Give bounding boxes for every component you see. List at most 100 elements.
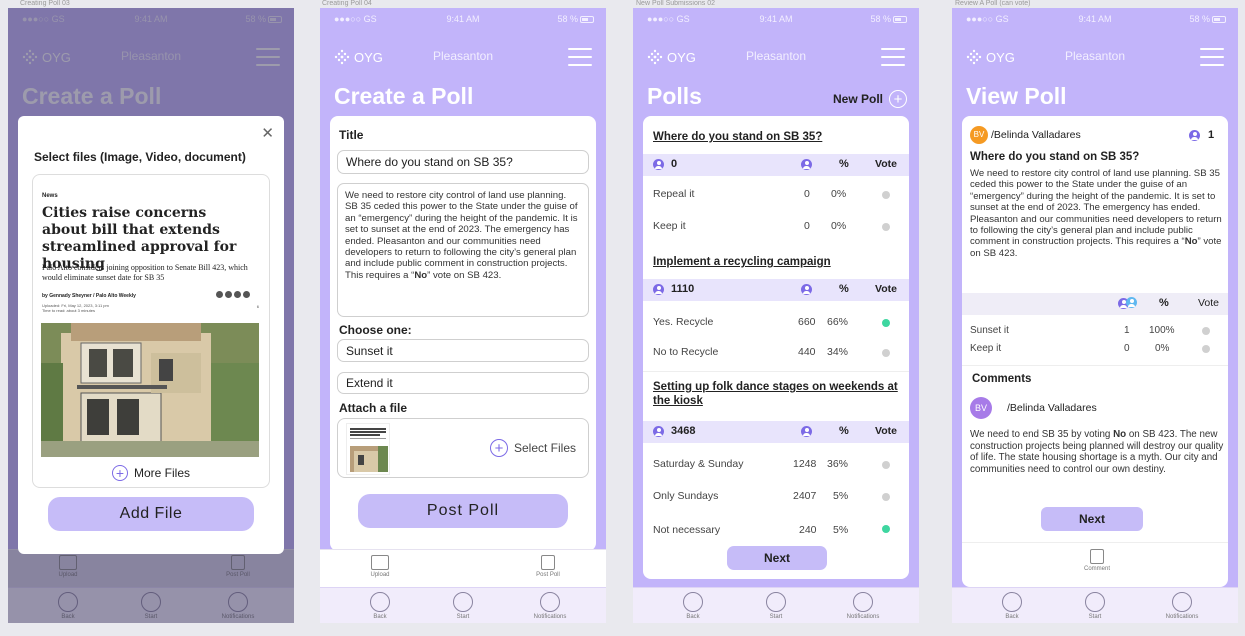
share-icon[interactable] <box>243 291 250 298</box>
app-header: OYG Pleasanton <box>320 44 606 74</box>
nav-notifications[interactable]: Notifications <box>833 592 893 620</box>
radio-dot-icon[interactable] <box>882 461 890 469</box>
comment-body: We need to end SB 35 by voting No on SB … <box>970 429 1224 475</box>
bottom-nav: Back Start Notifications <box>952 587 1238 623</box>
select-files-button[interactable]: + Select Files <box>489 439 576 457</box>
page-title: View Poll <box>966 83 1067 109</box>
col-vote: Vote <box>875 283 897 295</box>
results-header-row: % Vote <box>962 293 1228 315</box>
nav-start[interactable]: Start <box>746 592 806 620</box>
share-icon[interactable] <box>216 291 223 298</box>
bottom-nav: Back Start Notifications <box>633 587 919 623</box>
description-textarea[interactable]: We need to restore city control of land … <box>337 183 589 317</box>
post-poll-tab[interactable]: Post Poll <box>523 555 573 578</box>
poll-total: 0 <box>671 158 678 170</box>
frame-caption: New Poll Submissions 02 <box>636 0 715 7</box>
poll-question[interactable]: Setting up folk dance stages on weekends… <box>653 380 908 408</box>
more-files-button[interactable]: + More Files <box>33 465 269 481</box>
poll-header-row: 3468 % Vote <box>643 421 909 443</box>
nav-back[interactable]: Back <box>350 592 410 620</box>
person-icon <box>1189 130 1200 141</box>
avatar[interactable]: BV <box>970 397 992 419</box>
battery: 58 % <box>557 14 594 24</box>
radio-dot-icon[interactable] <box>882 191 890 199</box>
nav-circle-icon <box>683 592 703 612</box>
add-file-button[interactable]: Add File <box>48 497 254 531</box>
poll-question[interactable]: Where do you stand on SB 35? <box>653 130 908 144</box>
participant-count: 1 <box>1208 129 1215 141</box>
poll-question[interactable]: Implement a recycling campaign <box>653 255 908 269</box>
status-bar: ●●●○○ GS 9:41 AM 58 % <box>633 8 919 30</box>
poll-body: We need to restore city control of land … <box>970 168 1222 259</box>
app-header: OYG Pleasanton <box>633 44 919 74</box>
share-icon[interactable] <box>234 291 241 298</box>
comment-count: 6 <box>256 304 259 309</box>
radio-dot-icon[interactable] <box>882 493 890 501</box>
attachment-box: + Select Files <box>337 418 589 478</box>
close-icon[interactable]: ✕ <box>261 124 274 142</box>
poll-option-row: No to Recycle 440 34% <box>643 346 909 364</box>
plus-circle-icon: + <box>111 465 128 481</box>
battery: 58 % <box>1189 14 1226 24</box>
battery-icon <box>580 16 594 23</box>
choose-one-label: Choose one: <box>339 323 412 337</box>
radio-dot-icon[interactable] <box>882 319 890 327</box>
radio-dot-icon[interactable] <box>882 525 890 533</box>
radio-dot-icon[interactable] <box>882 223 890 231</box>
screen-polls: ●●●○○ GS 9:41 AM 58 % OYG Pleasanton Pol… <box>633 8 919 623</box>
poll-total: 1110 <box>671 283 695 295</box>
col-percent: % <box>839 158 849 170</box>
divider <box>962 365 1228 366</box>
title-input[interactable]: Where do you stand on SB 35? <box>337 150 589 174</box>
nav-circle-icon <box>766 592 786 612</box>
share-icon[interactable] <box>225 291 232 298</box>
next-button[interactable]: Next <box>1041 507 1143 531</box>
status-bar: ●●●○○ GS 9:41 AM 58 % <box>320 8 606 30</box>
article-byline: by Gennady Sheyner / Palo Alto Weekly <box>42 293 136 299</box>
person-icon <box>801 426 812 437</box>
poll-option-row: Only Sundays 2407 5% <box>643 490 909 508</box>
radio-dot-icon[interactable] <box>882 349 890 357</box>
nav-start[interactable]: Start <box>1065 592 1125 620</box>
comment-tab[interactable]: Comment <box>1072 549 1122 572</box>
nav-back[interactable]: Back <box>663 592 723 620</box>
share-icons[interactable] <box>216 291 250 298</box>
bottom-nav: Back Start Notifications <box>320 587 606 623</box>
upload-icon <box>371 555 389 570</box>
article-meta: Uploaded: Fri, May 12, 2023, 3:11 pm Time… <box>42 303 109 313</box>
radio-dot-icon[interactable] <box>1202 327 1210 335</box>
battery-icon <box>893 16 907 23</box>
col-percent: % <box>1159 297 1169 309</box>
modal-title: Select files (Image, Video, document) <box>34 150 246 164</box>
create-poll-form: Title Where do you stand on SB 35? We ne… <box>330 116 596 551</box>
next-button[interactable]: Next <box>727 546 827 570</box>
battery-icon <box>1212 16 1226 23</box>
attach-file-label: Attach a file <box>339 401 408 415</box>
nav-start[interactable]: Start <box>433 592 493 620</box>
author-name[interactable]: /Belinda Valladares <box>991 129 1081 141</box>
col-percent: % <box>839 425 849 437</box>
choice-input-sunset[interactable]: Sunset it <box>337 339 589 362</box>
nav-circle-icon <box>1085 592 1105 612</box>
hamburger-menu-icon[interactable] <box>568 48 592 66</box>
attachment-thumbnail[interactable] <box>346 423 390 475</box>
hamburger-menu-icon[interactable] <box>1200 48 1224 66</box>
new-poll-button[interactable]: New Poll + <box>833 90 907 108</box>
hamburger-menu-icon[interactable] <box>881 48 905 66</box>
avatar[interactable]: BV <box>970 126 988 144</box>
city-name: Pleasanton <box>432 49 494 63</box>
nav-notifications[interactable]: Notifications <box>520 592 580 620</box>
comment-author[interactable]: /Belinda Valladares <box>1007 402 1097 414</box>
poll-option-row: Keep it 0 0% <box>962 343 1228 361</box>
upload-button[interactable]: Upload <box>355 555 405 578</box>
page-title: Polls <box>647 83 702 109</box>
nav-back[interactable]: Back <box>982 592 1042 620</box>
file-preview[interactable]: News Cities raise concerns about bill th… <box>32 174 270 488</box>
poll-total: 3468 <box>671 425 696 437</box>
choice-input-extend[interactable]: Extend it <box>337 372 589 394</box>
poll-detail: BV /Belinda Valladares 1 Where do you st… <box>962 116 1228 587</box>
nav-notifications[interactable]: Notifications <box>1152 592 1212 620</box>
post-toolbar: Upload Post Poll <box>320 549 606 587</box>
radio-dot-icon[interactable] <box>1202 345 1210 353</box>
post-poll-button[interactable]: Post Poll <box>358 494 568 528</box>
